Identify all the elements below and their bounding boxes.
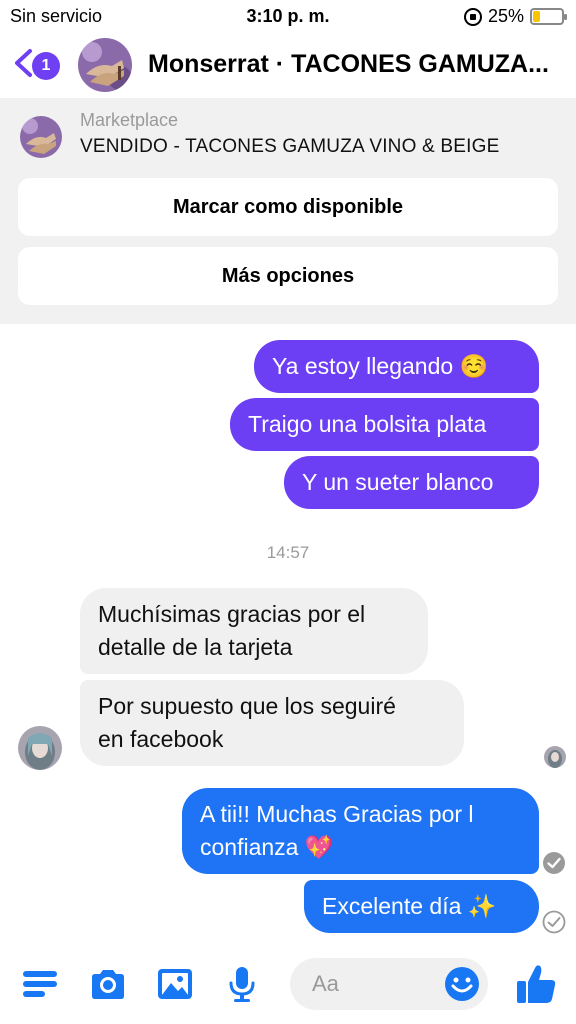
message-text: Excelente día ✨: [322, 893, 497, 919]
message-outgoing[interactable]: A tii!! Muchas Gracias por l confianza 💖: [182, 788, 539, 874]
mark-available-button[interactable]: Marcar como disponible: [18, 178, 558, 236]
message-outgoing[interactable]: Y un sueter blanco: [284, 456, 539, 509]
emoji-icon[interactable]: [444, 966, 480, 1002]
marketplace-panel: Marketplace VENDIDO - TACONES GAMUZA VIN…: [0, 98, 576, 324]
status-bar: Sin servicio 3:10 p. m. 25%: [0, 0, 576, 34]
microphone-icon[interactable]: [222, 964, 262, 1004]
message-incoming[interactable]: Muchísimas gracias por el detalle de la …: [80, 588, 428, 674]
unread-badge[interactable]: 1: [32, 52, 60, 80]
check-circle-icon: [543, 852, 565, 874]
listing-thumbnail[interactable]: [20, 116, 62, 158]
menu-icon[interactable]: [20, 964, 60, 1004]
message-outgoing[interactable]: Excelente día ✨: [304, 880, 539, 933]
contact-avatar[interactable]: [78, 38, 132, 92]
battery-percent: 25%: [487, 6, 524, 26]
camera-icon[interactable]: [88, 964, 128, 1004]
conversation-header: 1 Monserrat · TACONES GAMUZA...: [0, 34, 576, 98]
message-input[interactable]: [312, 970, 432, 998]
message-text-line: Muchísimas gracias por el: [98, 601, 366, 627]
thumbs-up-icon[interactable]: [514, 962, 558, 1006]
message-text-line: en facebook: [98, 726, 224, 752]
composer-toolbar: [0, 950, 576, 1024]
check-circle-outline-icon: [542, 910, 566, 934]
orientation-lock-icon: [463, 7, 482, 26]
more-options-button[interactable]: Más opciones: [18, 247, 558, 305]
read-receipt-avatar: [544, 746, 566, 768]
message-text: Ya estoy llegando ☺️: [272, 353, 489, 379]
conversation-title[interactable]: Monserrat · TACONES GAMUZA...: [148, 50, 568, 79]
message-outgoing[interactable]: Ya estoy llegando ☺️: [254, 340, 539, 393]
message-incoming[interactable]: Por supuesto que los seguiré en facebook: [80, 680, 464, 766]
battery-icon: [530, 8, 567, 25]
message-composer[interactable]: [290, 958, 488, 1010]
message-text-line: Por supuesto que los seguiré: [98, 693, 396, 719]
battery-fill: [533, 11, 540, 22]
status-right: 25%: [463, 6, 567, 27]
sender-avatar[interactable]: [18, 726, 62, 770]
message-text: Traigo una bolsita plata: [248, 411, 487, 437]
photo-icon[interactable]: [155, 964, 195, 1004]
message-text-line: confianza 💖: [200, 834, 334, 860]
listing-title[interactable]: VENDIDO - TACONES GAMUZA VINO & BEIGE: [80, 136, 500, 158]
message-text-line: detalle de la tarjeta: [98, 634, 293, 660]
message-text: Y un sueter blanco: [302, 469, 494, 495]
message-text-line: A tii!! Muchas Gracias por l: [200, 801, 474, 827]
message-outgoing[interactable]: Traigo una bolsita plata: [230, 398, 539, 451]
marketplace-label: Marketplace: [80, 110, 179, 130]
message-timestamp: 14:57: [266, 543, 310, 562]
